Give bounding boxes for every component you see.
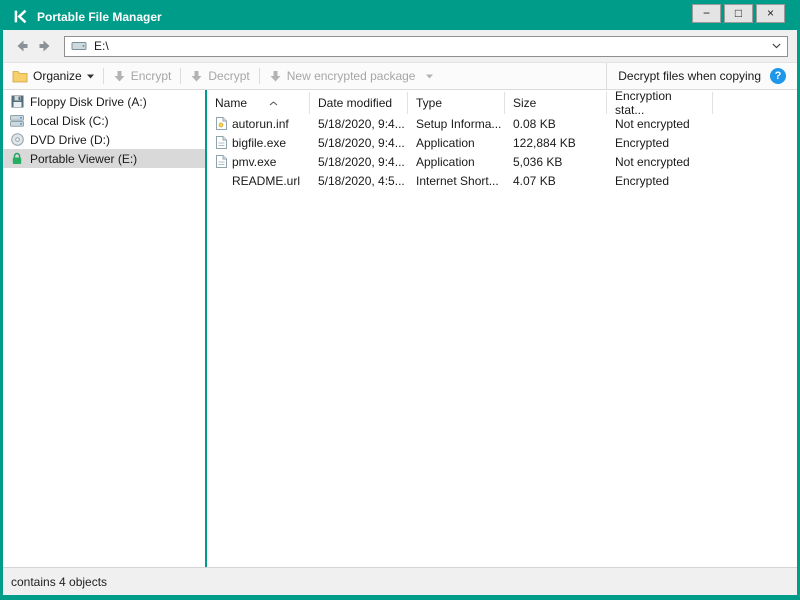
sidebar-item-label: Local Disk (C:) xyxy=(30,113,109,128)
column-label: Date modified xyxy=(318,96,393,110)
sidebar-item-local-c[interactable]: Local Disk (C:) xyxy=(3,111,205,130)
file-size: 5,036 KB xyxy=(513,154,563,169)
folder-icon xyxy=(12,70,28,83)
portable-file-manager-window: Portable File Manager − □ × E:\ Organize… xyxy=(0,0,800,600)
sidebar-item-floppy-a[interactable]: Floppy Disk Drive (A:) xyxy=(3,92,205,111)
column-label: Type xyxy=(416,96,443,110)
main-area: Floppy Disk Drive (A:) Local Disk (C:) D… xyxy=(3,90,797,567)
file-list: Name Date modified Type Size Encryption … xyxy=(207,90,797,567)
file-date: 5/18/2020, 9:4... xyxy=(318,135,405,150)
file-type: Application xyxy=(416,154,475,169)
encrypt-label: Encrypt xyxy=(130,69,172,83)
file-date: 5/18/2020, 4:5... xyxy=(318,173,405,188)
sidebar-item-label: Floppy Disk Drive (A:) xyxy=(30,94,147,109)
file-size: 122,884 KB xyxy=(513,135,576,150)
address-text: E:\ xyxy=(94,39,109,53)
file-encryption-status: Encrypted xyxy=(615,173,670,188)
encrypted-drive-lock-icon xyxy=(10,152,24,165)
status-text: contains 4 objects xyxy=(11,574,108,589)
toolbar-separator xyxy=(180,68,182,84)
navigation-bar: E:\ xyxy=(3,30,797,63)
file-name: bigfile.exe xyxy=(232,135,287,150)
forward-button[interactable] xyxy=(35,37,54,56)
arrow-down-icon xyxy=(190,70,203,83)
sort-ascending-icon xyxy=(269,100,278,106)
file-list-header: Name Date modified Type Size Encryption … xyxy=(207,90,797,117)
column-label: Encryption stat... xyxy=(615,90,672,117)
file-date: 5/18/2020, 9:4... xyxy=(318,154,405,169)
file-type: Setup Informa... xyxy=(416,116,502,131)
toolbar: Organize Encrypt Decrypt New encrypted p… xyxy=(3,63,797,90)
setup-information-file-icon xyxy=(215,117,227,130)
encrypt-button[interactable]: Encrypt xyxy=(113,69,172,83)
arrow-down-icon xyxy=(113,70,126,83)
maximize-button[interactable]: □ xyxy=(724,4,753,23)
file-encryption-status: Encrypted xyxy=(615,135,670,150)
new-encrypted-package-button[interactable]: New encrypted package xyxy=(269,69,434,83)
decrypt-label: Decrypt xyxy=(208,69,250,83)
column-label: Name xyxy=(215,96,248,110)
status-bar: contains 4 objects xyxy=(3,567,797,595)
new-encrypted-package-label: New encrypted package xyxy=(286,69,416,83)
toolbar-right: Decrypt files when copying ? xyxy=(606,63,797,89)
kaspersky-logo-icon xyxy=(13,9,28,24)
decrypt-button[interactable]: Decrypt xyxy=(190,69,250,83)
file-type: Internet Short... xyxy=(416,173,499,188)
sidebar-item-dvd-d[interactable]: DVD Drive (D:) xyxy=(3,130,205,149)
drive-icon xyxy=(71,40,87,52)
column-header-encryption-status[interactable]: Encryption stat... xyxy=(607,90,713,117)
table-row[interactable]: pmv.exe 5/18/2020, 9:4... Application 5,… xyxy=(207,152,797,171)
caret-down-icon xyxy=(426,74,434,79)
titlebar: Portable File Manager − □ × xyxy=(3,3,797,30)
file-encryption-status: Not encrypted xyxy=(615,116,690,131)
toolbar-separator xyxy=(258,68,260,84)
column-header-date-modified[interactable]: Date modified xyxy=(310,92,408,114)
table-row[interactable]: bigfile.exe 5/18/2020, 9:4... Applicatio… xyxy=(207,133,797,152)
back-button[interactable] xyxy=(12,37,31,56)
file-name: pmv.exe xyxy=(232,154,277,169)
chevron-down-icon[interactable] xyxy=(772,43,781,49)
toolbar-left: Organize Encrypt Decrypt New encrypted p… xyxy=(3,63,606,89)
minimize-button[interactable]: − xyxy=(692,4,721,23)
floppy-drive-icon xyxy=(10,95,24,108)
table-row[interactable]: README.url 5/18/2020, 4:5... Internet Sh… xyxy=(207,171,797,190)
table-row[interactable]: autorun.inf 5/18/2020, 9:4... Setup Info… xyxy=(207,114,797,133)
file-size: 0.08 KB xyxy=(513,116,556,131)
organize-label: Organize xyxy=(33,69,82,83)
close-button[interactable]: × xyxy=(756,4,785,23)
file-type: Application xyxy=(416,135,475,150)
toolbar-separator xyxy=(102,68,104,84)
help-icon[interactable]: ? xyxy=(770,68,786,84)
decrypt-when-copying-label: Decrypt files when copying xyxy=(618,69,761,83)
arrow-down-icon xyxy=(269,70,282,83)
sidebar-item-label: DVD Drive (D:) xyxy=(30,132,110,147)
sidebar-item-portable-e[interactable]: Portable Viewer (E:) xyxy=(3,149,205,168)
address-bar[interactable]: E:\ xyxy=(64,35,788,57)
file-date: 5/18/2020, 9:4... xyxy=(318,116,405,131)
column-header-type[interactable]: Type xyxy=(408,92,505,114)
organize-button[interactable]: Organize xyxy=(12,69,94,83)
caret-down-icon xyxy=(86,74,94,79)
dvd-drive-icon xyxy=(10,133,24,146)
application-file-icon xyxy=(215,136,227,149)
application-file-icon xyxy=(215,155,227,168)
drive-sidebar: Floppy Disk Drive (A:) Local Disk (C:) D… xyxy=(3,90,205,567)
file-name: README.url xyxy=(232,173,301,188)
window-controls: − □ × xyxy=(692,4,797,23)
file-name: autorun.inf xyxy=(232,116,289,131)
column-header-size[interactable]: Size xyxy=(505,92,607,114)
column-header-name[interactable]: Name xyxy=(207,92,310,114)
file-size: 4.07 KB xyxy=(513,173,556,188)
local-disk-icon xyxy=(10,114,24,127)
sidebar-item-label: Portable Viewer (E:) xyxy=(30,151,138,166)
column-label: Size xyxy=(513,96,537,110)
file-encryption-status: Not encrypted xyxy=(615,154,690,169)
window-title: Portable File Manager xyxy=(37,9,162,24)
